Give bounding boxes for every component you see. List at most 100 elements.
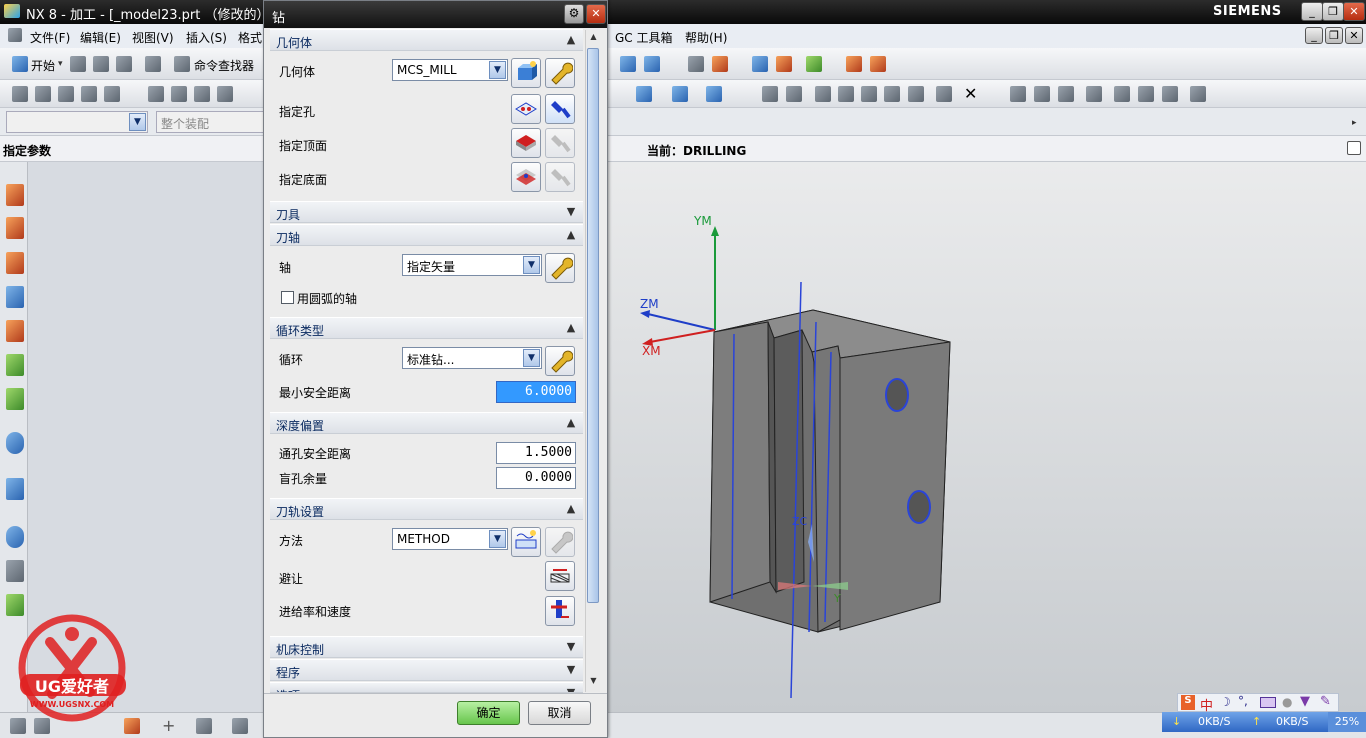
view-icon-18[interactable] [1162,86,1178,102]
view-icon-19[interactable] [1190,86,1206,102]
new-file-icon[interactable] [70,56,86,72]
expand-chevron-down-icon-4[interactable]: ▼ [563,685,579,692]
section-depth-offset[interactable]: 深度偏置 ▲ [270,412,583,434]
section-tool-axis[interactable]: 刀轴 ▲ [270,224,583,246]
maximize-view-icon[interactable] [1347,141,1361,155]
ime-wrench-icon[interactable]: ✎ [1320,694,1331,709]
cycle-select[interactable]: 标准钻... ▼ [402,347,542,369]
render-icon[interactable] [806,56,822,72]
menu-file[interactable]: 文件(F) [30,29,70,46]
collapse-chevron-up-icon-3[interactable]: ▲ [563,320,579,336]
view-icon-15[interactable] [1086,86,1102,102]
type-filter-combo[interactable]: ▼ [6,111,148,133]
chevron-down-icon-4[interactable]: ▼ [489,530,506,548]
ime-moon-icon[interactable]: ☽ [1220,695,1231,709]
expand-chevron-down-icon-2[interactable]: ▼ [563,639,579,655]
new-method-button[interactable] [511,527,541,557]
tool-icon-9[interactable] [217,86,233,102]
arc-axis-checkbox[interactable] [281,291,294,304]
tool-icon-6[interactable] [148,86,164,102]
section-machine-control[interactable]: 机床控制 ▼ [270,636,583,658]
section-tool[interactable]: 刀具 ▼ [270,201,583,223]
ime-shirt-icon[interactable]: ▼ [1300,694,1310,709]
ime-punct-icon[interactable]: °, [1238,694,1248,708]
new-geometry-button[interactable] [511,58,541,88]
tool-icon-5[interactable] [104,86,120,102]
start-dropdown-icon[interactable]: ▾ [58,59,63,69]
through-clearance-input[interactable]: 1.5000 [496,442,576,464]
select-icon[interactable] [752,56,768,72]
orient-icon[interactable] [644,56,660,72]
command-finder-button[interactable]: 命令查找器 [194,57,254,74]
doc-close-button[interactable]: ✕ [1345,27,1363,44]
view-icon-9[interactable] [884,86,900,102]
blind-stock-input[interactable]: 0.0000 [496,467,576,489]
resource-icon-9[interactable] [6,478,24,500]
view-icon-6[interactable] [815,86,831,102]
restore-button[interactable]: ❐ [1322,2,1344,21]
section-options[interactable]: 选项 ▼ [270,682,583,693]
dialog-scrollbar[interactable]: ▲ ▼ [585,30,600,692]
resource-icon-8[interactable] [6,432,24,454]
tool-icon-8[interactable] [194,86,210,102]
chevron-down-icon[interactable]: ▼ [489,61,506,79]
scroll-up-icon[interactable]: ▲ [587,32,600,46]
bottom-tool-icon-4[interactable] [196,718,212,734]
scroll-thumb[interactable] [587,48,599,603]
expand-chevron-down-icon-3[interactable]: ▼ [563,662,579,678]
collapse-chevron-up-icon-5[interactable]: ▲ [563,501,579,517]
tool-icon-1[interactable] [12,86,28,102]
minimize-button[interactable]: _ [1301,2,1323,21]
axis-select[interactable]: 指定矢量 ▼ [402,254,542,276]
view-icon-2[interactable] [672,86,688,102]
chevron-down-icon-2[interactable]: ▼ [523,256,540,274]
avoidance-button[interactable] [545,561,575,591]
select-top-button[interactable] [511,128,541,158]
view-icon-11[interactable] [936,86,952,102]
geometry-select[interactable]: MCS_MILL ▼ [392,59,508,81]
display-bottom-button[interactable] [545,162,575,192]
dialog-close-button[interactable]: ✕ [586,4,606,24]
feeds-speeds-button[interactable] [545,596,575,626]
min-clearance-input[interactable]: 6.0000 [496,381,576,403]
resource-icon-2[interactable] [6,217,24,239]
doc-minimize-button[interactable]: _ [1305,27,1323,44]
tool-icon-2[interactable] [35,86,51,102]
view-icon-17[interactable] [1138,86,1154,102]
view-icon-10[interactable] [908,86,924,102]
scroll-down-icon[interactable]: ▼ [587,676,600,690]
resource-icon-7[interactable] [6,388,24,410]
menu-insert[interactable]: 插入(S) [186,29,227,46]
assembly-scope-combo[interactable]: 整个装配 [156,111,266,133]
menu-help[interactable]: 帮助(H) [685,29,727,46]
menu-edit[interactable]: 编辑(E) [80,29,121,46]
display-top-button[interactable] [545,128,575,158]
view-icon-8[interactable] [861,86,877,102]
measure-icon[interactable] [846,56,862,72]
view-icon-12[interactable] [1010,86,1026,102]
view-icon-7[interactable] [838,86,854,102]
view-icon-16[interactable] [1114,86,1130,102]
menu-format[interactable]: 格式 [238,29,262,46]
edit-axis-button[interactable] [545,253,575,283]
bottom-tool-icon-5[interactable] [232,718,248,734]
collapse-chevron-up-icon[interactable]: ▲ [563,32,579,48]
dialog-settings-gear-icon[interactable]: ⚙ [564,4,584,24]
view-icon-1[interactable] [636,86,652,102]
edit-method-button[interactable] [545,527,575,557]
doc-restore-button[interactable]: ❐ [1325,27,1343,44]
nx-menu-icon[interactable] [8,28,22,42]
tool-icon-4[interactable] [81,86,97,102]
view-icon-14[interactable] [1058,86,1074,102]
view-icon-4[interactable] [762,86,778,102]
view-icon-5[interactable] [786,86,802,102]
layer-icon[interactable] [688,56,704,72]
section-cycle-type[interactable]: 循环类型 ▲ [270,317,583,339]
collapse-chevron-up-icon-2[interactable]: ▲ [563,227,579,243]
csys-icon[interactable] [620,56,636,72]
section-program[interactable]: 程序 ▼ [270,659,583,681]
resource-icon-4[interactable] [6,286,24,308]
ime-user-icon[interactable]: ● [1282,695,1292,709]
open-file-icon[interactable] [93,56,109,72]
ime-keyboard-icon[interactable] [1260,697,1276,708]
